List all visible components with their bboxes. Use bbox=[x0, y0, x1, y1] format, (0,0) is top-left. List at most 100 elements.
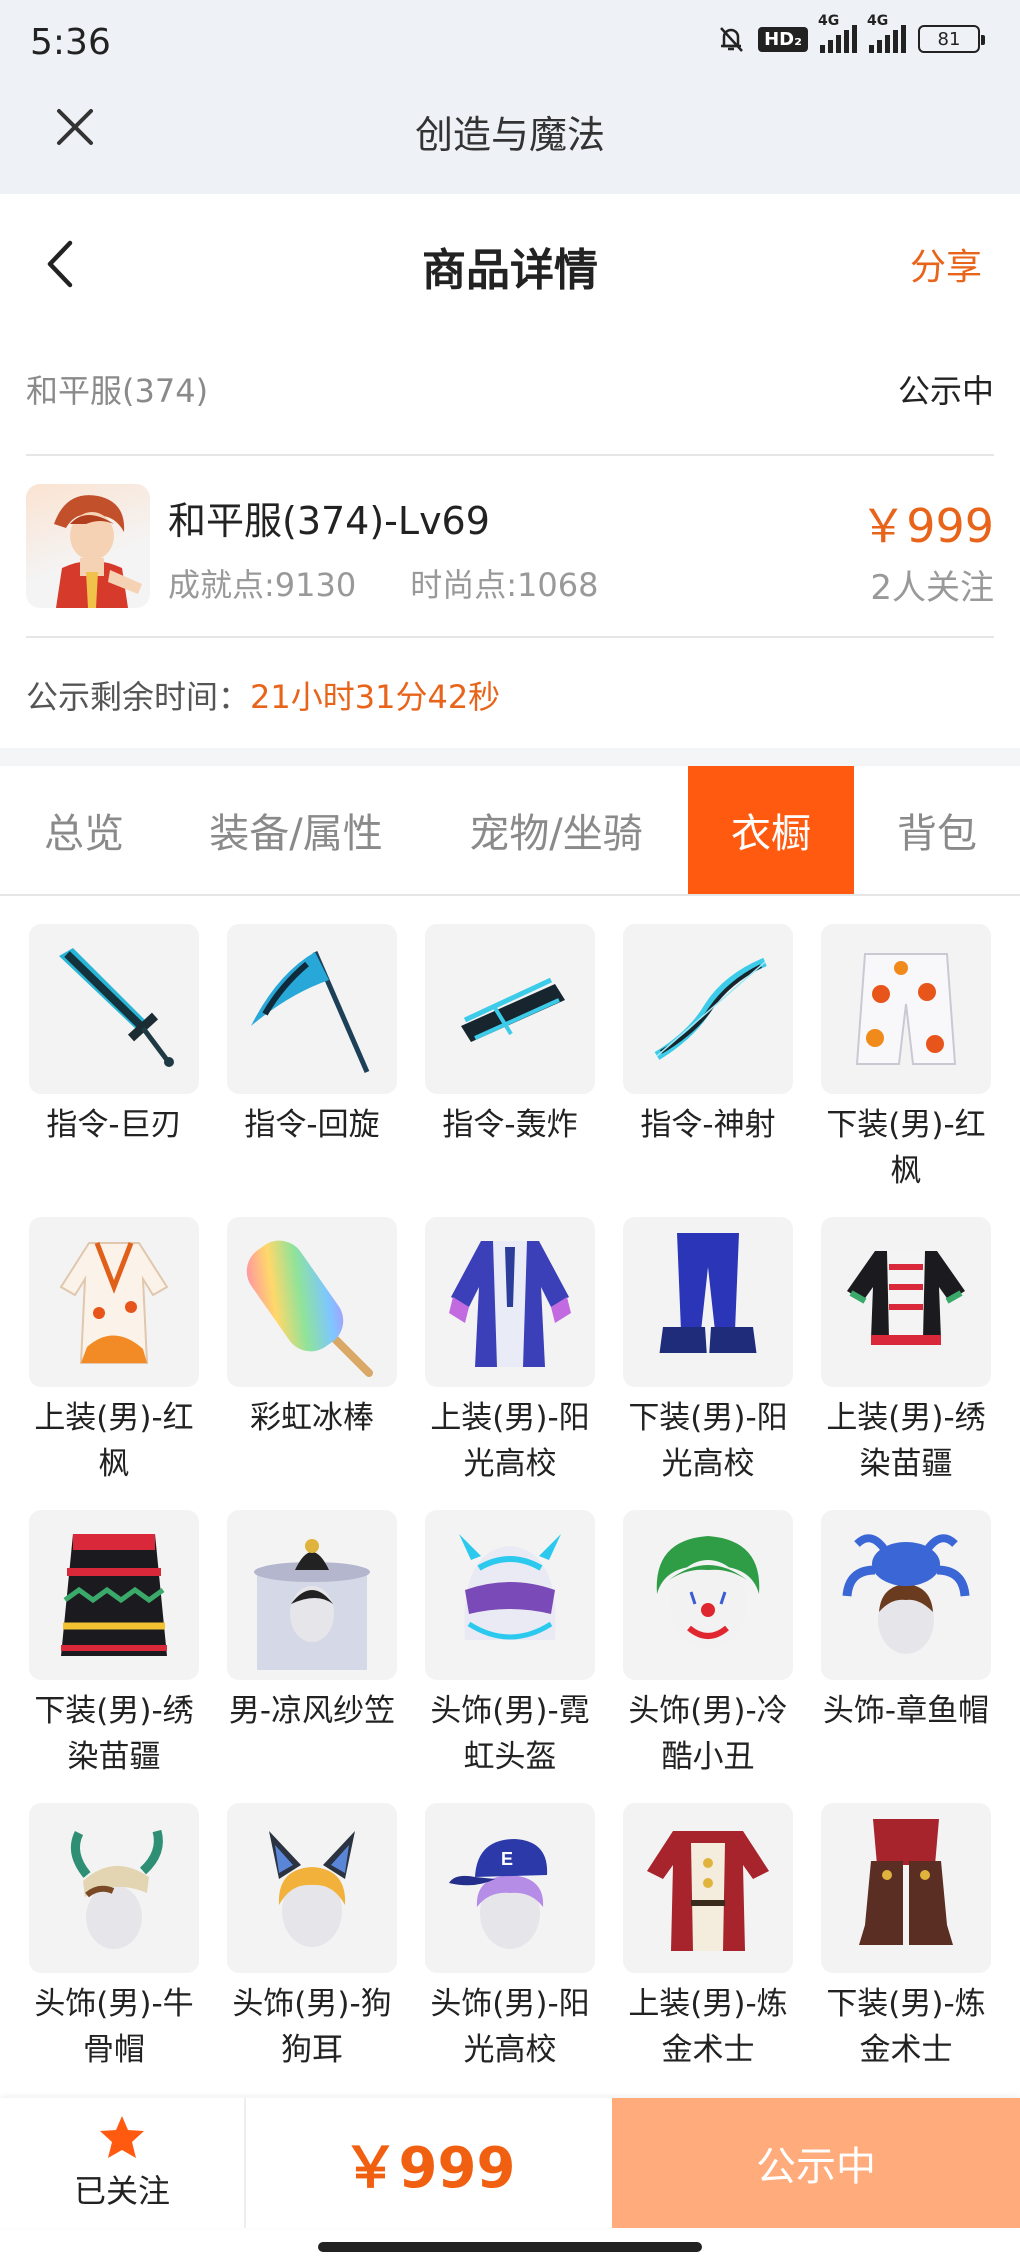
status-icons: HD₂ 4G 4G 81 bbox=[716, 13, 985, 54]
section-separator bbox=[0, 748, 1020, 766]
item-name: 上装(男)-红枫 bbox=[34, 1400, 194, 1482]
top-bar: 5:36 HD₂ 4G 4G 81 创造与魔法 bbox=[0, 0, 1020, 194]
embroidered-skirt-icon bbox=[29, 1510, 199, 1680]
wardrobe-item[interactable]: 下装(男)-红枫 bbox=[820, 924, 992, 1217]
embroidered-top-icon bbox=[821, 1217, 991, 1387]
svg-text:E: E bbox=[501, 1849, 513, 1869]
item-name: 上装(男)-绣染苗疆 bbox=[826, 1400, 986, 1482]
wardrobe-item[interactable]: 下装(男)-阳光高校 bbox=[622, 1217, 794, 1510]
signal-icon: 4G bbox=[818, 13, 857, 53]
greatsword-icon bbox=[29, 924, 199, 1094]
item-name: 下装(男)-红枫 bbox=[826, 1107, 986, 1189]
item-name: 指令-巨刃 bbox=[46, 1107, 182, 1143]
wardrobe-item[interactable]: 指令-神射 bbox=[622, 924, 794, 1217]
wardrobe-item[interactable]: 上装(男)-炼金术士 bbox=[622, 1803, 794, 2096]
server-name: 和平服(374) bbox=[26, 372, 209, 410]
cannon-icon bbox=[425, 924, 595, 1094]
wardrobe-item[interactable]: 下装(男)-炼金术士 bbox=[820, 1803, 992, 2096]
tab-bar: 总览 装备/属性 宠物/坐骑 衣橱 背包 bbox=[0, 766, 1020, 896]
fashion-points: 时尚点:1068 bbox=[410, 566, 599, 604]
item-name: 下装(男)-绣染苗疆 bbox=[34, 1693, 194, 1775]
wardrobe-item[interactable]: E 头饰(男)-阳光高校 bbox=[424, 1803, 596, 2096]
tab-label: 背包 bbox=[897, 811, 977, 857]
wardrobe-item[interactable]: 头饰(男)-霓虹头盔 bbox=[424, 1510, 596, 1803]
item-name: 上装(男)-阳光高校 bbox=[430, 1400, 590, 1482]
item-name: 头饰(男)-霓虹头盔 bbox=[430, 1693, 590, 1775]
battery-icon: 81 bbox=[918, 25, 985, 53]
wardrobe-item[interactable]: 指令-回旋 bbox=[226, 924, 398, 1217]
pants-sneakers-icon bbox=[623, 1217, 793, 1387]
timer-label: 公示剩余时间： bbox=[26, 678, 251, 716]
tab-equipment[interactable]: 装备/属性 bbox=[168, 766, 424, 894]
wardrobe-item[interactable]: 头饰(男)-冷酷小丑 bbox=[622, 1510, 794, 1803]
item-name: 指令-轰炸 bbox=[442, 1107, 578, 1143]
character-avatar bbox=[26, 484, 150, 608]
listing-status: 公示中 bbox=[897, 372, 994, 410]
item-name: 指令-神射 bbox=[640, 1107, 776, 1143]
wardrobe-item[interactable]: 上装(男)-红枫 bbox=[28, 1217, 200, 1510]
scythe-icon bbox=[227, 924, 397, 1094]
item-price: ￥999 bbox=[860, 499, 994, 553]
battery-level: 81 bbox=[937, 28, 961, 50]
alchemist-coat-icon bbox=[623, 1803, 793, 1973]
divider bbox=[26, 454, 994, 456]
item-name: 头饰(男)-阳光高校 bbox=[430, 1986, 590, 2068]
mute-bell-icon bbox=[720, 27, 744, 52]
wardrobe-item[interactable]: 头饰-章鱼帽 bbox=[820, 1510, 992, 1803]
maple-robe-icon bbox=[29, 1217, 199, 1387]
listing-summary[interactable]: 和平服(374)-Lv69 成就点:9130 时尚点:1068 ￥999 2人关… bbox=[26, 480, 994, 610]
wardrobe-item[interactable]: 上装(男)-绣染苗疆 bbox=[820, 1217, 992, 1510]
item-stats: 成就点:9130 时尚点:1068 bbox=[168, 560, 598, 606]
follower-count: 2人关注 bbox=[870, 568, 994, 608]
item-name: 头饰-章鱼帽 bbox=[822, 1693, 990, 1729]
octopus-hat-icon bbox=[821, 1510, 991, 1680]
tab-label: 衣橱 bbox=[731, 811, 811, 857]
wardrobe-item[interactable]: 彩虹冰棒 bbox=[226, 1217, 398, 1510]
veiled-hat-icon bbox=[227, 1510, 397, 1680]
public-status-button[interactable]: 公示中 bbox=[612, 2098, 1020, 2228]
tab-pets[interactable]: 宠物/坐骑 bbox=[424, 766, 688, 894]
achievement-points: 成就点:9130 bbox=[168, 566, 357, 604]
star-icon bbox=[100, 2116, 144, 2158]
dog-ears-icon bbox=[227, 1803, 397, 1973]
divider bbox=[26, 636, 994, 638]
wardrobe-item[interactable]: 头饰(男)-狗狗耳 bbox=[226, 1803, 398, 2096]
alchemist-boots-icon bbox=[821, 1803, 991, 1973]
tab-wardrobe[interactable]: 衣橱 bbox=[688, 766, 854, 894]
item-name: 头饰(男)-牛骨帽 bbox=[34, 1986, 194, 2068]
wardrobe-item[interactable]: 上装(男)-阳光高校 bbox=[424, 1217, 596, 1510]
follow-label: 已关注 bbox=[73, 2172, 170, 2210]
wardrobe-item[interactable]: 指令-轰炸 bbox=[424, 924, 596, 1217]
item-name: 彩虹冰棒 bbox=[250, 1400, 374, 1436]
wardrobe-item[interactable]: 下装(男)-绣染苗疆 bbox=[28, 1510, 200, 1803]
neon-helmet-icon bbox=[425, 1510, 595, 1680]
share-button[interactable]: 分享 bbox=[910, 238, 982, 290]
wardrobe-item[interactable]: 男-凉风纱笠 bbox=[226, 1510, 398, 1803]
bottom-price: ￥999 bbox=[342, 2135, 516, 2201]
bow-icon bbox=[623, 924, 793, 1094]
item-name: 上装(男)-炼金术士 bbox=[628, 1986, 788, 2068]
timer-value: 21小时31分42秒 bbox=[250, 678, 501, 716]
wardrobe-item[interactable]: 头饰(男)-牛骨帽 bbox=[28, 1803, 200, 2096]
follow-button[interactable]: 已关注 bbox=[0, 2098, 244, 2228]
tab-label: 总览 bbox=[44, 811, 124, 857]
server-row: 和平服(374) 公示中 bbox=[26, 366, 994, 412]
home-indicator[interactable] bbox=[318, 2242, 702, 2252]
wardrobe-item[interactable]: 指令-巨刃 bbox=[28, 924, 200, 1217]
tab-label: 装备/属性 bbox=[209, 811, 383, 857]
public-timer: 公示剩余时间：21小时31分42秒 bbox=[26, 672, 500, 718]
app-title: 创造与魔法 bbox=[414, 113, 605, 157]
signal-icon: 4G bbox=[867, 13, 906, 53]
wardrobe-grid: 指令-巨刃 指令-回旋 指令-轰炸 指令-神射 下装(男)-红枫 上装(男)-红… bbox=[28, 924, 998, 2096]
page-header: 商品详情 分享 bbox=[0, 194, 1020, 334]
item-name: 指令-回旋 bbox=[244, 1107, 380, 1143]
bull-skull-hat-icon bbox=[29, 1803, 199, 1973]
school-cap-icon: E bbox=[425, 1803, 595, 1973]
popsicle-icon bbox=[227, 1217, 397, 1387]
maple-shorts-icon bbox=[821, 924, 991, 1094]
hd-badge: HD₂ bbox=[758, 26, 808, 52]
tab-overview[interactable]: 总览 bbox=[0, 766, 168, 894]
item-name: 头饰(男)-冷酷小丑 bbox=[628, 1693, 788, 1775]
page-title: 商品详情 bbox=[422, 245, 598, 296]
tab-backpack[interactable]: 背包 bbox=[854, 766, 1020, 894]
